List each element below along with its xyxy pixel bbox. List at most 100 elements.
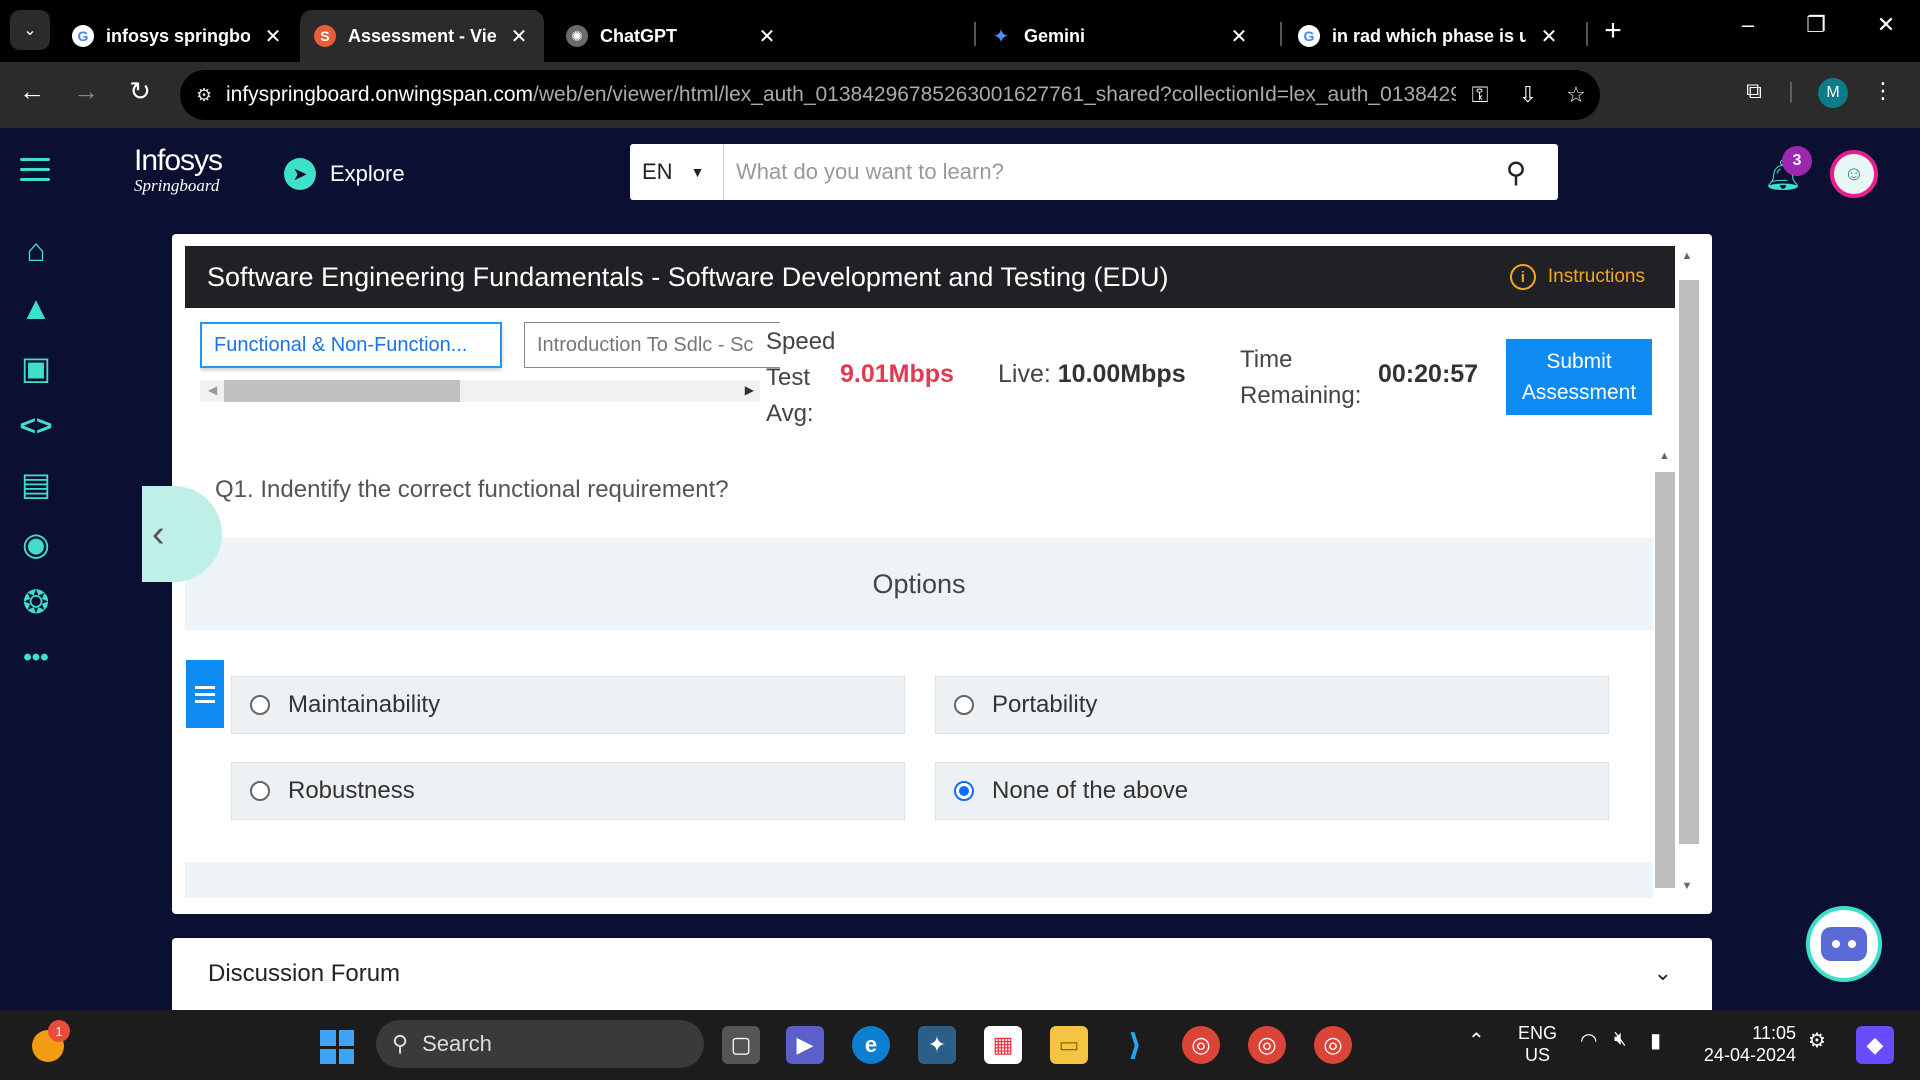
section-tabs-scrollbar[interactable]: ◀ ▶ <box>200 380 760 402</box>
explore-link[interactable]: ➤ Explore <box>284 158 405 190</box>
radio-button[interactable] <box>250 781 270 801</box>
browser-tab-assessment[interactable]: S Assessment - Viewer Pag ✕ <box>300 10 544 62</box>
back-icon[interactable]: ← <box>14 76 50 107</box>
vscode-icon[interactable]: ⟩ <box>1116 1026 1154 1064</box>
option-robustness[interactable]: Robustness <box>231 762 905 820</box>
system-clock[interactable]: 11:05 24-04-2024 <box>1700 1022 1796 1066</box>
browser-profile-avatar[interactable]: M <box>1818 78 1848 108</box>
edge-icon[interactable]: e <box>852 1026 890 1064</box>
navigate-arrow-icon[interactable]: ▲ <box>16 288 56 328</box>
bookmark-star-icon[interactable]: ☆ <box>1552 82 1600 108</box>
chatbot-assistant-icon[interactable] <box>1806 906 1882 982</box>
battery-icon[interactable]: ▮ <box>1650 1028 1661 1053</box>
option-none-of-the-above[interactable]: None of the above <box>935 762 1609 820</box>
scroll-right-arrow-icon[interactable]: ▶ <box>745 383 754 397</box>
tab-search-button[interactable]: ⌄ <box>10 10 50 50</box>
question-scrollbar[interactable]: ▲ <box>1653 446 1675 898</box>
scroll-up-arrow-icon[interactable]: ▲ <box>1659 450 1670 462</box>
radio-button[interactable] <box>954 695 974 715</box>
scroll-left-arrow-icon[interactable]: ◀ <box>208 383 217 397</box>
microsoft-store-icon[interactable]: ▦ <box>984 1026 1022 1064</box>
live-speed: Live: 10.00Mbps <box>998 360 1186 389</box>
close-tab-icon[interactable]: ✕ <box>1228 24 1250 49</box>
more-icon[interactable]: ••• <box>16 638 56 678</box>
browser-menu-icon[interactable]: ⋮ <box>1868 78 1898 104</box>
browser-tab-gemini[interactable]: ✦ Gemini ✕ <box>980 10 1264 62</box>
target-icon[interactable]: ◉ <box>16 524 56 564</box>
speed-test-value: 9.01Mbps <box>840 360 954 388</box>
browser-tab-rad-search[interactable]: G in rad which phase is use ✕ <box>1284 10 1574 62</box>
scrollbar-thumb[interactable] <box>1679 280 1699 844</box>
install-app-icon[interactable]: ⇩ <box>1504 82 1552 108</box>
minimize-icon[interactable]: – <box>1728 12 1768 38</box>
community-icon[interactable]: ❂ <box>16 582 56 622</box>
section-tab-functional[interactable]: Functional & Non-Function... <box>200 322 502 368</box>
radio-button-selected[interactable] <box>954 781 974 801</box>
home-icon[interactable]: ⌂ <box>16 230 56 270</box>
discussion-forum-panel[interactable]: Discussion Forum ⌄ <box>172 938 1712 1010</box>
submit-assessment-button[interactable]: Submit Assessment <box>1506 339 1652 415</box>
close-tab-icon[interactable]: ✕ <box>262 24 284 49</box>
scrollbar-thumb[interactable] <box>1655 472 1675 888</box>
chrome-profile-m-icon[interactable]: ◎ <box>1248 1026 1286 1064</box>
scroll-up-arrow-icon[interactable]: ▲ <box>1676 246 1698 266</box>
new-tab-button[interactable]: + <box>1596 14 1630 48</box>
windows-start-icon[interactable] <box>320 1030 354 1064</box>
site-info-icon[interactable]: ⚙ <box>196 85 226 106</box>
url-text[interactable]: infyspringboard.onwingspan.com/web/en/vi… <box>226 83 1456 107</box>
option-label: None of the above <box>992 777 1189 804</box>
time-remaining-label: Time Remaining: <box>1240 346 1362 409</box>
taskbar-search[interactable]: ⚲ Search <box>376 1020 704 1068</box>
option-maintainability[interactable]: Maintainability <box>231 676 905 734</box>
tab-separator <box>974 22 976 46</box>
user-avatar[interactable]: ☺ <box>1830 150 1878 198</box>
radio-button[interactable] <box>250 695 270 715</box>
chrome-profile-r-icon[interactable]: ◎ <box>1314 1026 1352 1064</box>
chat-icon[interactable]: ▤ <box>16 464 56 504</box>
close-tab-icon[interactable]: ✕ <box>1538 24 1560 49</box>
password-key-icon[interactable]: ⚿ <box>1456 82 1504 108</box>
app-icon[interactable]: ✦ <box>918 1026 956 1064</box>
search-icon[interactable]: ⚲ <box>1474 156 1558 189</box>
scroll-down-arrow-icon[interactable]: ▼ <box>1676 876 1698 896</box>
search-input[interactable] <box>724 159 1474 185</box>
notification-center-icon[interactable]: ⚙ <box>1808 1028 1826 1053</box>
copilot-icon[interactable]: ◆ <box>1856 1026 1894 1064</box>
option-label: Maintainability <box>288 691 441 718</box>
window-close-icon[interactable]: ✕ <box>1866 12 1906 38</box>
springboard-icon: S <box>314 25 336 47</box>
panel-scrollbar[interactable]: ▲ ▼ <box>1676 246 1699 896</box>
forward-icon[interactable]: → <box>68 76 104 107</box>
input-language[interactable]: ENG US <box>1518 1022 1557 1066</box>
windows-taskbar: 1 ⚲ Search ▢ ▶ e ✦ ▦ ▭ ⟩ ◎ ◎ ◎ ⌃ ENG US … <box>0 1010 1920 1080</box>
task-view-icon[interactable]: ▢ <box>722 1026 760 1064</box>
chevron-down-icon[interactable]: ⌄ <box>1654 960 1672 986</box>
robot-face-icon <box>1821 927 1867 961</box>
infosys-springboard-logo[interactable]: Infosys Springboard <box>134 144 223 195</box>
section-tab-sdlc[interactable]: Introduction To Sdlc - Sc <box>524 322 780 368</box>
close-tab-icon[interactable]: ✕ <box>508 24 530 49</box>
close-tab-icon[interactable]: ✕ <box>756 24 778 49</box>
extensions-icon[interactable]: ⧉ <box>1736 78 1772 104</box>
weather-badge: 1 <box>48 1020 70 1042</box>
instructions-link[interactable]: i Instructions <box>1509 264 1645 290</box>
chrome-icon[interactable]: ◎ <box>1182 1026 1220 1064</box>
scrollbar-thumb[interactable] <box>224 380 460 402</box>
browser-tab-chatgpt[interactable]: ✺ ChatGPT ✕ <box>552 10 792 62</box>
teams-icon[interactable]: ▶ <box>786 1026 824 1064</box>
option-portability[interactable]: Portability <box>935 676 1609 734</box>
language-select[interactable]: EN ▼ <box>630 144 724 200</box>
volume-muted-icon[interactable]: 🔇︎ <box>1614 1028 1627 1051</box>
code-icon[interactable]: <> <box>16 406 56 446</box>
tray-overflow-icon[interactable]: ⌃ <box>1468 1028 1485 1053</box>
reload-icon[interactable]: ↻ <box>122 76 158 107</box>
address-bar[interactable]: ⚙ infyspringboard.onwingspan.com/web/en/… <box>180 70 1600 120</box>
hamburger-menu-icon[interactable] <box>20 158 50 188</box>
wifi-icon[interactable]: ◠ <box>1580 1028 1597 1053</box>
id-badge-icon[interactable]: ▣ <box>16 348 56 388</box>
logo-line1: Infosys <box>134 144 223 177</box>
browser-tab-infosys-search[interactable]: G infosys springboard - Go ✕ <box>58 10 298 62</box>
question-list-button[interactable] <box>186 660 224 728</box>
restore-icon[interactable]: ❐ <box>1796 12 1836 38</box>
file-explorer-icon[interactable]: ▭ <box>1050 1026 1088 1064</box>
